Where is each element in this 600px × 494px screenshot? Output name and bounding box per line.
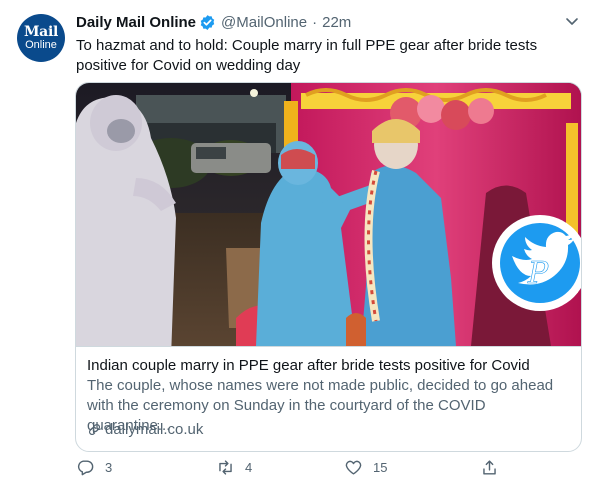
share-button[interactable] [480,458,499,477]
retweet-button[interactable]: 4 [216,458,252,477]
reply-icon [77,460,94,476]
card-domain-link[interactable]: dailymail.co.uk [87,421,203,438]
card-title[interactable]: Indian couple marry in PPE gear after br… [87,356,571,376]
display-name[interactable]: Daily Mail Online [76,14,196,31]
like-count: 15 [373,460,388,475]
tweet-header: Daily Mail Online @MailOnline · 22m [76,12,351,32]
like-icon [345,460,362,475]
tweet-actions: 3 4 15 [76,458,506,482]
link-icon [89,424,100,435]
avatar-line1: Mail [23,24,58,40]
reply-count: 3 [105,460,113,475]
handle[interactable]: @MailOnline [221,14,307,31]
verified-badge-icon [199,14,216,31]
timestamp[interactable]: 22m [322,14,351,31]
like-button[interactable]: 15 [344,458,387,477]
tweet[interactable]: Mail Online Daily Mail Online @MailOnlin… [0,0,600,494]
more-chevron-icon[interactable] [563,12,581,30]
retweet-count: 4 [245,460,253,475]
card-body[interactable]: Indian couple marry in PPE gear after br… [76,346,581,451]
tweet-text: To hazmat and to hold: Couple marry in f… [76,37,538,74]
reply-button[interactable]: 3 [76,458,112,477]
card-domain[interactable]: dailymail.co.uk [105,421,203,438]
link-card[interactable]: P Indian couple marry in PPE gear after … [75,82,582,452]
svg-text:P: P [527,256,549,291]
avatar[interactable]: Mail Online [17,14,65,62]
card-image[interactable]: P [76,83,581,359]
retweet-icon [219,460,232,475]
share-icon [483,460,496,475]
avatar-line2: Online [25,39,57,51]
separator-dot: · [312,13,318,31]
